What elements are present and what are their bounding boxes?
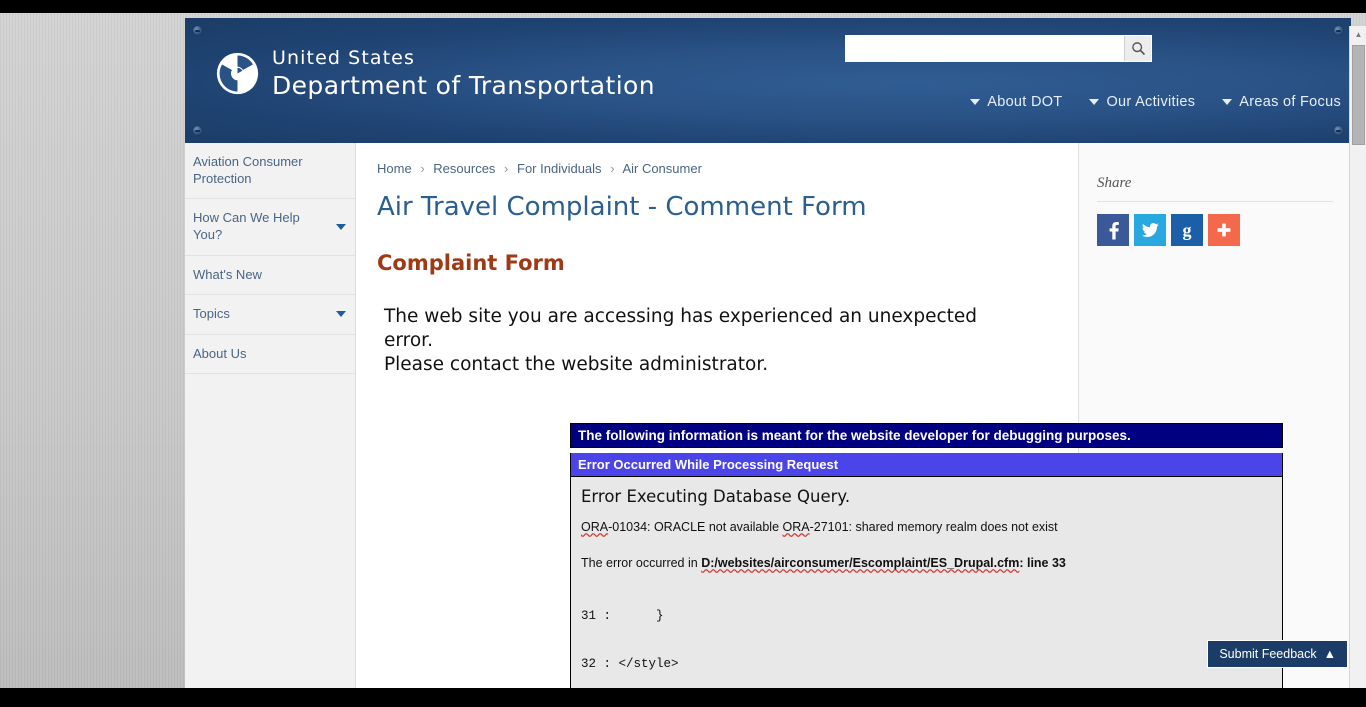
- error-line-number: : line 33: [1019, 556, 1066, 570]
- screen-top-letterbox: [0, 0, 1366, 13]
- ora-text-2: -27101: shared memory realm does not exi…: [809, 520, 1058, 534]
- sidebar-item-label: Topics: [193, 306, 230, 322]
- share-addthis-button[interactable]: [1208, 214, 1240, 246]
- plus-icon: [1217, 223, 1231, 237]
- breadcrumb-item-for-individuals[interactable]: For Individuals: [517, 161, 602, 176]
- twitter-bird-icon: [1141, 223, 1159, 237]
- chevron-down-icon: [336, 223, 346, 230]
- rivet-icon: [1334, 126, 1343, 135]
- vertical-scrollbar[interactable]: ▲ ▼: [1349, 26, 1366, 701]
- dot-triskelion-seal-icon: [216, 52, 259, 95]
- breadcrumb-separator: ›: [504, 161, 509, 176]
- nav-item-about-dot[interactable]: About DOT: [970, 94, 1062, 110]
- error-file-path: D:/websites/airconsumer/Escomplaint/ES_D…: [701, 556, 1020, 570]
- rivet-icon: [193, 126, 202, 135]
- left-sidebar: Aviation Consumer Protection How Can We …: [185, 143, 356, 688]
- error-heading: Error Executing Database Query.: [581, 487, 851, 506]
- share-google-plus-button[interactable]: g: [1171, 214, 1203, 246]
- scrollbar-thumb[interactable]: [1352, 45, 1365, 145]
- chevron-down-icon: [336, 311, 346, 318]
- caret-up-icon: ▲: [1323, 647, 1336, 661]
- error-message: The web site you are accessing has exper…: [384, 305, 1058, 377]
- error-message-line-1: The web site you are accessing has exper…: [384, 305, 978, 327]
- share-heading: Share: [1097, 175, 1333, 202]
- ora-text-1: -01034: ORACLE not available: [608, 520, 783, 534]
- nav-label: About DOT: [987, 94, 1063, 110]
- browser-page: United States Department of Transportati…: [185, 18, 1351, 688]
- error-detail-body: Error Executing Database Query. ORA-0103…: [570, 477, 1283, 688]
- search-button[interactable]: [1124, 36, 1151, 61]
- search-icon: [1131, 42, 1145, 56]
- section-title: Complaint Form: [377, 250, 565, 275]
- error-banner: Error Occurred While Processing Request: [570, 453, 1283, 477]
- breadcrumb-item-home[interactable]: Home: [377, 161, 412, 176]
- sidebar-item-whats-new[interactable]: What's New: [185, 256, 355, 296]
- error-message-line-3: Please contact the website administrator…: [384, 353, 769, 375]
- breadcrumb-separator: ›: [420, 161, 425, 176]
- scroll-up-arrow-icon[interactable]: ▲: [1350, 26, 1366, 43]
- coldfusion-error-dump: The following information is meant for t…: [570, 423, 1283, 688]
- error-message-line-2: error.: [384, 329, 433, 351]
- ora-code-2: ORA: [782, 520, 810, 534]
- brand-line-1: United States: [272, 47, 415, 69]
- primary-navigation: About DOT Our Activities Areas of Focus: [970, 94, 1341, 110]
- facebook-icon: [1109, 222, 1119, 240]
- submit-feedback-label: Submit Feedback: [1219, 647, 1317, 661]
- breadcrumb-item-resources[interactable]: Resources: [433, 161, 495, 176]
- site-header: United States Department of Transportati…: [185, 18, 1351, 143]
- debug-banner: The following information is meant for t…: [570, 423, 1283, 448]
- breadcrumb-separator: ›: [610, 161, 615, 176]
- share-facebook-button[interactable]: [1097, 214, 1129, 246]
- svg-text:g: g: [1183, 220, 1192, 240]
- desktop-background: United States Department of Transportati…: [0, 13, 1366, 701]
- error-location: The error occurred in D:/websites/aircon…: [581, 556, 1272, 570]
- screen-bottom-letterbox: [0, 688, 1366, 707]
- rivet-icon: [193, 26, 202, 35]
- nav-label: Our Activities: [1106, 94, 1196, 110]
- chevron-down-icon: [970, 99, 981, 105]
- chevron-down-icon: [1089, 99, 1100, 105]
- site-search: [845, 35, 1152, 62]
- brand-line-2: Department of Transportation: [272, 71, 655, 100]
- submit-feedback-button[interactable]: Submit Feedback ▲: [1207, 640, 1348, 668]
- error-location-prefix: The error occurred in: [581, 556, 702, 570]
- breadcrumb-item-air-consumer[interactable]: Air Consumer: [622, 161, 701, 176]
- sidebar-item-label: About Us: [193, 345, 247, 361]
- sidebar-item-aviation-consumer-protection[interactable]: Aviation Consumer Protection: [185, 143, 355, 200]
- code-line: 31 : }: [581, 609, 664, 623]
- nav-item-our-activities[interactable]: Our Activities: [1089, 94, 1195, 110]
- site-logo[interactable]: United States Department of Transportati…: [216, 49, 655, 98]
- nav-label: Areas of Focus: [1239, 94, 1341, 110]
- sidebar-item-label: How Can We Help You?: [193, 210, 300, 242]
- code-line: 32 : </style>: [581, 657, 679, 671]
- page-title: Air Travel Complaint - Comment Form: [377, 192, 867, 222]
- nav-item-areas-of-focus[interactable]: Areas of Focus: [1222, 94, 1341, 110]
- source-code-listing: 31 : } 32 : </style> 33 : <cfquery name=…: [581, 576, 1272, 688]
- google-plus-icon: g: [1183, 220, 1192, 240]
- sidebar-item-label: What's New: [193, 266, 262, 282]
- search-input[interactable]: [846, 36, 1124, 61]
- share-buttons: g: [1097, 214, 1333, 246]
- oracle-error-text: ORA-01034: ORACLE not available ORA-2710…: [581, 520, 1272, 534]
- sidebar-item-label: Aviation Consumer Protection: [193, 154, 303, 186]
- share-twitter-button[interactable]: [1134, 214, 1166, 246]
- sidebar-item-about-us[interactable]: About Us: [185, 335, 355, 375]
- sidebar-item-topics[interactable]: Topics: [185, 295, 355, 335]
- chevron-down-icon: [1222, 99, 1233, 105]
- breadcrumb: Home › Resources › For Individuals › Air…: [377, 161, 1058, 176]
- rivet-icon: [1334, 26, 1343, 35]
- sidebar-item-how-can-we-help-you[interactable]: How Can We Help You?: [185, 199, 355, 256]
- ora-code-1: ORA: [581, 520, 609, 534]
